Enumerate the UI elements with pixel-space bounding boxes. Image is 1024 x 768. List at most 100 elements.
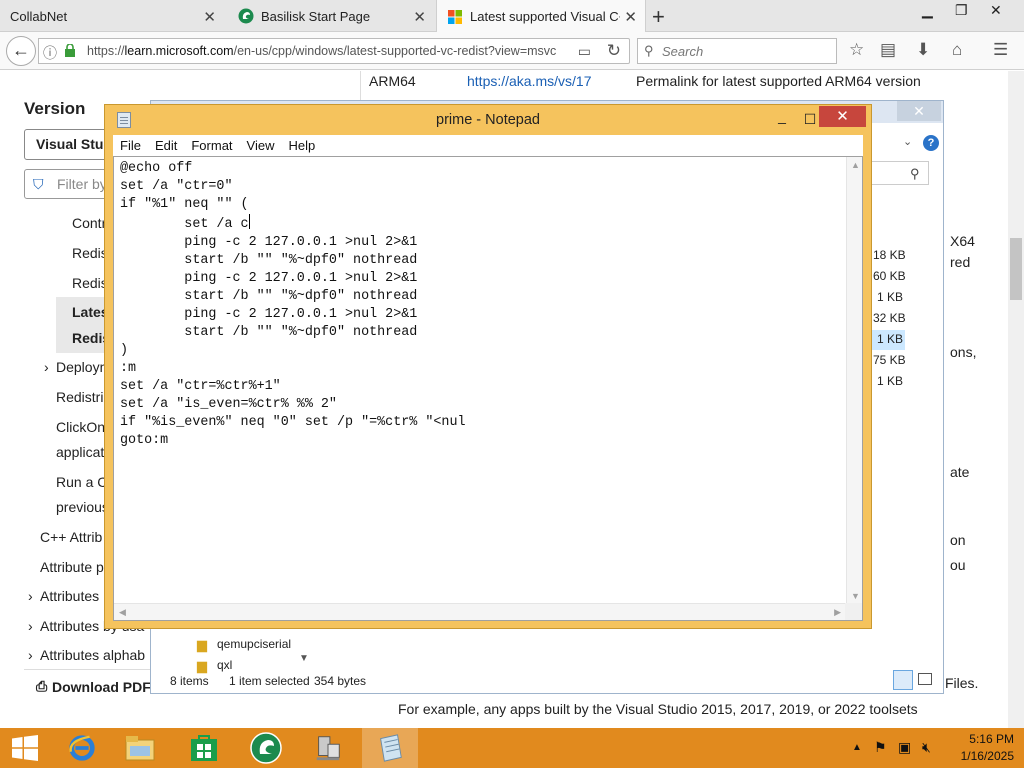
- toc-item[interactable]: Attribute p: [40, 559, 104, 575]
- close-button[interactable]: ✕: [819, 106, 866, 127]
- search-placeholder: Search: [662, 44, 704, 59]
- toc-item[interactable]: Contr: [72, 215, 106, 231]
- download-pdf-icon[interactable]: ⎙: [36, 678, 47, 695]
- details-view-icon[interactable]: [893, 670, 913, 690]
- menu-help[interactable]: Help: [281, 138, 322, 153]
- code-line: set /a "ctr=%ctr%+1": [120, 379, 281, 394]
- window-restore-icon[interactable]: ❐: [955, 2, 968, 19]
- close-tab-icon[interactable]: ✕: [203, 8, 216, 26]
- scroll-down-arrow-icon[interactable]: ▼: [299, 653, 309, 664]
- system-clock[interactable]: 5:16 PM 1/16/2025: [936, 731, 1014, 765]
- taskbar-internet-explorer[interactable]: [54, 728, 110, 768]
- tab-basilisk-start-page[interactable]: Basilisk Start Page ✕: [228, 0, 434, 32]
- new-tab-plus-icon[interactable]: +: [652, 4, 665, 30]
- minimize-icon[interactable]: _: [769, 109, 795, 129]
- toc-item[interactable]: applicat: [56, 444, 104, 460]
- info-icon[interactable]: ⓘ: [43, 43, 57, 63]
- bookmarks-library-icon[interactable]: ▤: [880, 40, 896, 60]
- filter-icon: ⛉: [33, 176, 44, 192]
- code-line: goto:m: [120, 433, 169, 448]
- code-line: set /a "ctr=0": [120, 179, 233, 194]
- explorer-close-icon[interactable]: ✕: [897, 101, 941, 121]
- downloads-icon[interactable]: ⬇: [916, 40, 930, 60]
- taskbar-device-manager[interactable]: [300, 728, 356, 768]
- network-icon[interactable]: ▣: [898, 739, 911, 756]
- toc-item[interactable]: Redistrib: [56, 389, 111, 405]
- code-line: ping -c 2 127.0.0.1 >nul 2>&1: [120, 235, 418, 250]
- toc-item[interactable]: Redis: [72, 245, 108, 261]
- page-scrollbar[interactable]: [1008, 71, 1024, 728]
- scroll-up-arrow-icon[interactable]: ▲: [851, 160, 860, 170]
- status-item-count: 8 items: [170, 674, 209, 688]
- window-minimize-icon[interactable]: ▁: [922, 2, 933, 19]
- scroll-right-arrow-icon[interactable]: ▶: [834, 607, 841, 618]
- scroll-down-arrow-icon[interactable]: ▼: [851, 591, 860, 601]
- reader-view-icon[interactable]: ▭: [578, 43, 591, 60]
- toc-item[interactable]: ClickOn: [56, 419, 105, 435]
- home-icon[interactable]: ⌂: [952, 40, 962, 60]
- folder-name[interactable]: qxl: [217, 658, 232, 672]
- taskbar-file-explorer[interactable]: [112, 728, 168, 768]
- menu-format[interactable]: Format: [184, 138, 239, 153]
- download-pdf-link[interactable]: Download PDF: [52, 679, 151, 695]
- close-tab-icon[interactable]: ✕: [624, 8, 637, 26]
- menu-view[interactable]: View: [240, 138, 282, 153]
- show-hidden-icons-chevron-icon[interactable]: ▲: [852, 742, 862, 753]
- toc-item[interactable]: previous: [56, 499, 109, 515]
- search-icon: ⚲: [644, 43, 654, 58]
- large-icons-view-icon[interactable]: [918, 673, 932, 685]
- text-editor-area[interactable]: @echo off set /a "ctr=0" if "%1" neq "" …: [113, 156, 863, 621]
- taskbar-basilisk[interactable]: [238, 728, 294, 768]
- notepad-title-bar[interactable]: prime - Notepad _ ☐ ✕: [105, 105, 871, 134]
- toc-item[interactable]: Run a C: [56, 474, 107, 490]
- horizontal-scrollbar[interactable]: ◀ ▶: [114, 603, 846, 620]
- action-center-flag-icon[interactable]: ⚑: [874, 739, 887, 756]
- tab-title: Basilisk Start Page: [261, 8, 371, 24]
- toc-expand-chevron-icon[interactable]: ›: [28, 647, 33, 663]
- folder-name[interactable]: qemupciserial: [217, 637, 291, 651]
- bookmark-star-icon[interactable]: ☆: [849, 40, 864, 60]
- menu-file[interactable]: File: [113, 138, 148, 153]
- vertical-scrollbar[interactable]: ▲ ▼: [846, 157, 862, 604]
- help-icon[interactable]: ?: [923, 135, 939, 151]
- table-cell-link[interactable]: https://aka.ms/vs/17: [467, 73, 592, 89]
- toc-item[interactable]: Attributes: [40, 588, 99, 604]
- url-prefix: https://: [87, 44, 125, 58]
- notepad-window: prime - Notepad _ ☐ ✕ File Edit Format V…: [104, 104, 872, 629]
- resize-grip[interactable]: [845, 603, 862, 620]
- microsoft-logo-icon: [448, 9, 462, 24]
- back-arrow-icon[interactable]: ←: [6, 36, 36, 66]
- scroll-left-arrow-icon[interactable]: ◀: [119, 607, 126, 618]
- code-line: ping -c 2 127.0.0.1 >nul 2>&1: [120, 307, 418, 322]
- code-line: start /b "" "%~dpf0" nothread: [120, 289, 418, 304]
- taskbar-notepad[interactable]: [362, 728, 418, 768]
- tab-title: CollabNet: [10, 8, 68, 24]
- start-button[interactable]: [0, 728, 50, 768]
- page-text-fragment: Files.: [945, 675, 979, 691]
- toc-expand-chevron-icon[interactable]: ›: [44, 359, 49, 375]
- page-scrollbar-thumb[interactable]: [1010, 238, 1022, 300]
- toc-item[interactable]: Deploym: [56, 359, 111, 375]
- code-line: @echo off: [120, 161, 193, 176]
- toc-item[interactable]: C++ Attrib: [40, 529, 102, 545]
- menu-hamburger-icon[interactable]: ☰: [993, 40, 1008, 60]
- url-bar[interactable]: ⓘ https://learn.microsoft.com/en-us/cpp/…: [38, 38, 630, 64]
- editor-content[interactable]: @echo off set /a "ctr=0" if "%1" neq "" …: [120, 160, 466, 450]
- tab-latest-supported-vc[interactable]: Latest supported Visual C+ ✕: [436, 0, 646, 33]
- toc-item[interactable]: Attributes alphab: [40, 647, 145, 663]
- search-bar[interactable]: ⚲ Search: [637, 38, 837, 64]
- page-text-fragment: ate: [950, 464, 970, 480]
- toc-item[interactable]: Redis: [72, 275, 108, 291]
- menu-edit[interactable]: Edit: [148, 138, 184, 153]
- reload-icon[interactable]: ↻: [607, 41, 621, 61]
- taskbar-store[interactable]: [176, 728, 232, 768]
- chevron-down-icon[interactable]: ⌄: [903, 135, 912, 148]
- window-close-icon[interactable]: ✕: [990, 2, 1002, 19]
- windows-logo-icon: [12, 735, 38, 761]
- volume-muted-icon[interactable]: 🔇︎: [922, 739, 931, 756]
- close-tab-icon[interactable]: ✕: [413, 8, 426, 26]
- tab-collabnet[interactable]: CollabNet ✕: [0, 0, 224, 32]
- toc-expand-chevron-icon[interactable]: ›: [28, 588, 33, 604]
- table-divider: [360, 71, 361, 101]
- toc-expand-chevron-icon[interactable]: ›: [28, 618, 33, 634]
